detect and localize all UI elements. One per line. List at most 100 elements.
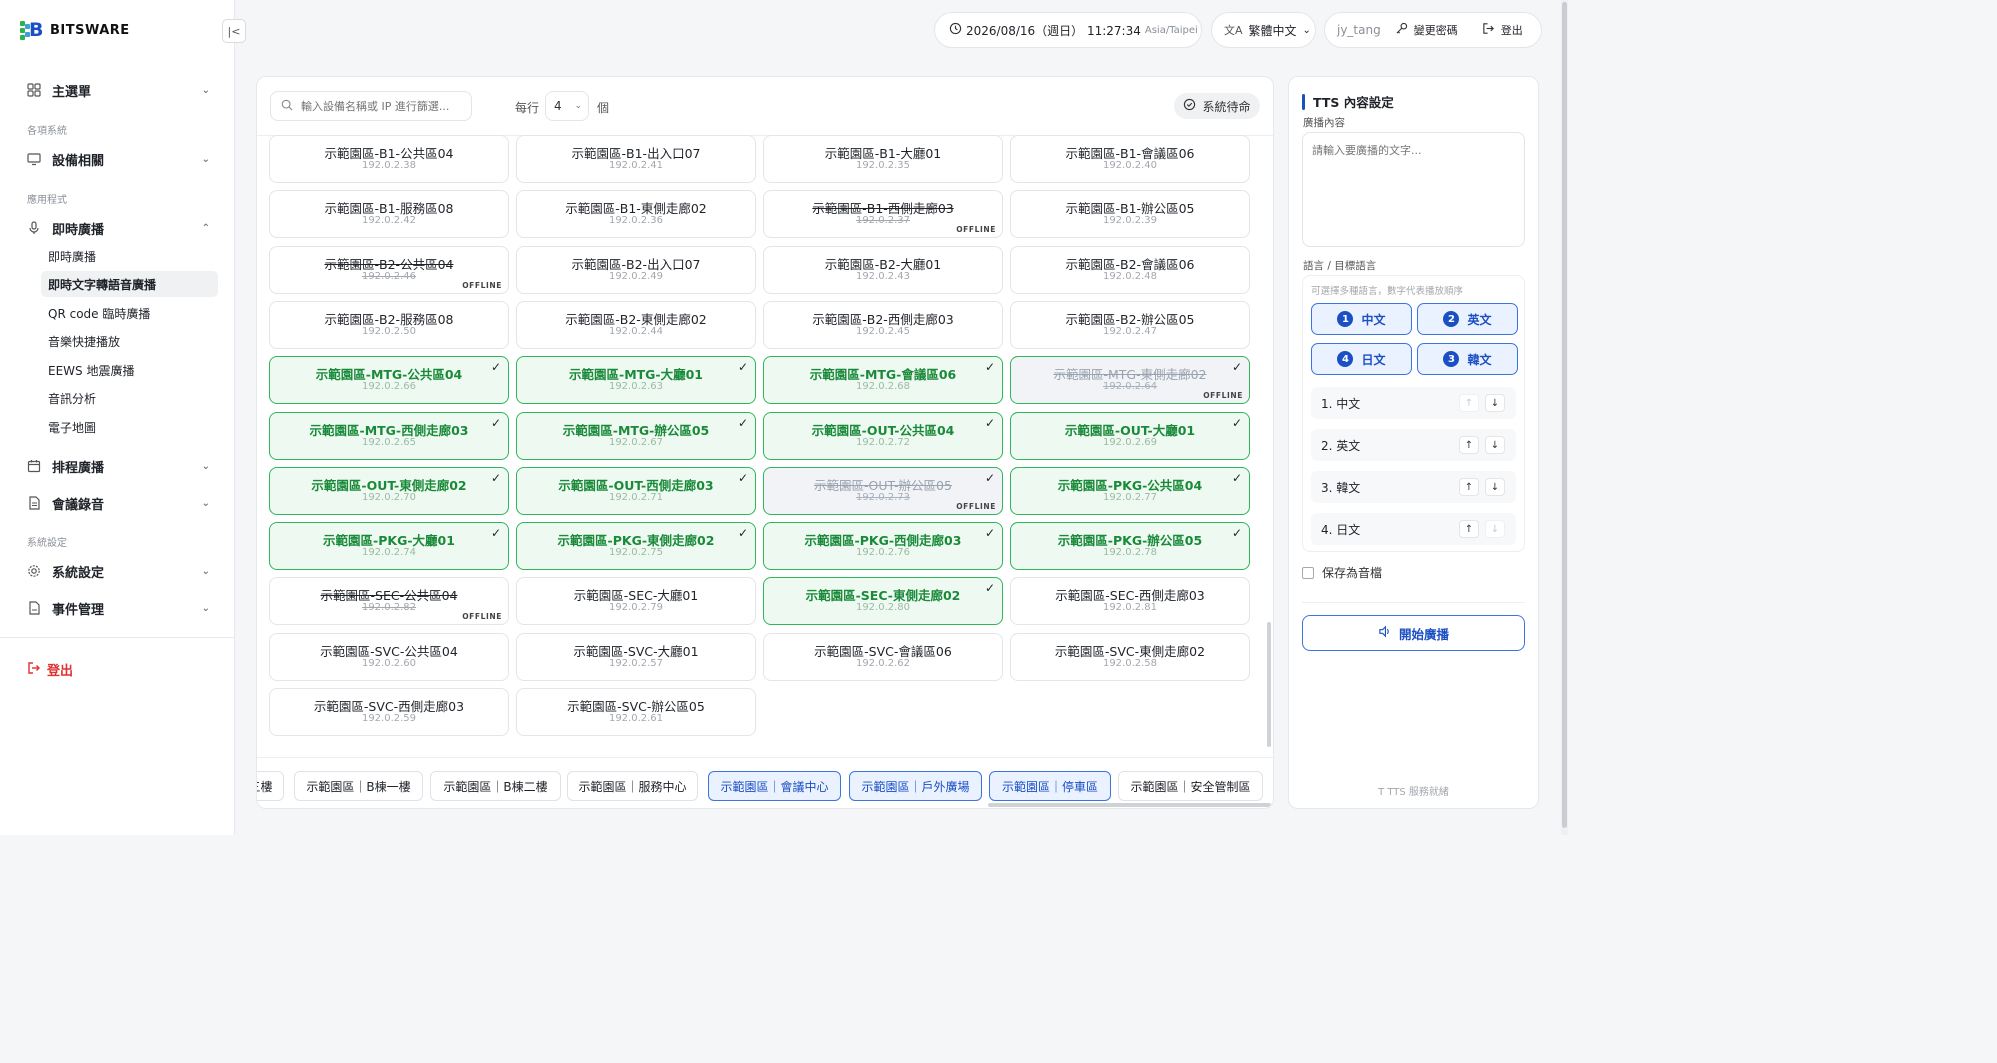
- zone-tabs-scrollbar[interactable]: [988, 803, 1271, 807]
- device-card[interactable]: 示範園區-SVC-大廳01 192.0.2.57: [516, 632, 756, 681]
- device-card[interactable]: 示範園區-OUT-辦公區05 192.0.2.73 ✓ OFFLINE: [763, 466, 1003, 515]
- lang-button-english[interactable]: 2 英文: [1417, 303, 1518, 335]
- move-up-button[interactable]: ↑: [1459, 394, 1479, 412]
- zone-tab[interactable]: 示範園區｜B棟二樓: [430, 771, 561, 801]
- sub-item-tts-broadcast[interactable]: 即時文字轉語音廣播: [41, 271, 218, 297]
- page-scrollbar[interactable]: [1561, 0, 1568, 835]
- change-password-button[interactable]: 變更密碼: [1395, 22, 1458, 38]
- sub-item-live-broadcast[interactable]: 即時廣播: [41, 243, 218, 269]
- offline-badge: OFFLINE: [462, 612, 502, 622]
- save-audio-checkbox[interactable]: 保存為音檔: [1302, 564, 1382, 581]
- sub-item-e-map[interactable]: 電子地圖: [41, 414, 218, 440]
- move-up-button[interactable]: ↑: [1459, 436, 1479, 454]
- device-card[interactable]: 示範園區-PKG-西側走廊03 192.0.2.76 ✓: [763, 522, 1003, 571]
- device-card[interactable]: 示範園區-B1-出入口07 192.0.2.41: [516, 135, 756, 183]
- move-up-button[interactable]: ↑: [1459, 520, 1479, 538]
- lang-button-chinese[interactable]: 1 中文: [1311, 303, 1412, 335]
- nav-settings[interactable]: 系統設定 ⌄: [20, 556, 218, 586]
- nav-main-menu[interactable]: 主選單 ⌄: [20, 75, 218, 105]
- topbar-logout-label: 登出: [1500, 24, 1523, 37]
- language-selector[interactable]: 文A 繁體中文 ⌄: [1211, 12, 1316, 48]
- device-card[interactable]: 示範園區-PKG-公共區04 192.0.2.77 ✓: [1010, 466, 1250, 515]
- device-card[interactable]: 示範園區-B1-西側走廊03 192.0.2.37 OFFLINE: [763, 190, 1003, 239]
- start-broadcast-button[interactable]: 開始廣播: [1302, 615, 1525, 651]
- device-card[interactable]: 示範園區-MTG-會議區06 192.0.2.68 ✓: [763, 356, 1003, 405]
- device-card[interactable]: 示範園區-SEC-公共區04 192.0.2.82 OFFLINE: [269, 577, 509, 626]
- device-card[interactable]: 示範園區-B1-東側走廊02 192.0.2.36: [516, 190, 756, 239]
- move-down-button[interactable]: ↓: [1485, 520, 1505, 538]
- device-card[interactable]: 示範園區-SEC-大廳01 192.0.2.79: [516, 577, 756, 626]
- device-card[interactable]: 示範園區-PKG-東側走廊02 192.0.2.75 ✓: [516, 522, 756, 571]
- device-card[interactable]: 示範園區-OUT-大廳01 192.0.2.69 ✓: [1010, 411, 1250, 460]
- device-card[interactable]: 示範園區-SVC-辦公區05 192.0.2.61: [516, 688, 756, 736]
- device-card[interactable]: 示範園區-MTG-西側走廊03 192.0.2.65 ✓: [269, 411, 509, 460]
- nav-broadcast[interactable]: 即時廣播 ⌃: [20, 213, 218, 243]
- device-card[interactable]: 示範園區-B2-會議區06 192.0.2.48: [1010, 245, 1250, 294]
- device-card[interactable]: 示範園區-SVC-西側走廊03 192.0.2.59: [269, 688, 509, 736]
- zone-tab[interactable]: 示範園區｜會議中心: [708, 771, 841, 801]
- device-card[interactable]: 示範園區-B2-公共區04 192.0.2.46 OFFLINE: [269, 245, 509, 294]
- zone-tab[interactable]: 三樓: [257, 771, 284, 801]
- device-card[interactable]: 示範園區-OUT-西側走廊03 192.0.2.71 ✓: [516, 466, 756, 515]
- lang-button-japanese[interactable]: 4 日文: [1311, 343, 1412, 375]
- device-card[interactable]: 示範園區-SEC-東側走廊02 192.0.2.80 ✓: [763, 577, 1003, 626]
- device-card[interactable]: 示範園區-B2-大廳01 192.0.2.43: [763, 245, 1003, 294]
- nav-device[interactable]: 設備相關 ⌄: [20, 144, 218, 174]
- zone-tab[interactable]: 示範園區｜服務中心: [567, 771, 698, 801]
- nav-meeting[interactable]: 會議錄音 ⌄: [20, 488, 218, 518]
- device-card[interactable]: 示範園區-B2-東側走廊02 192.0.2.44: [516, 300, 756, 349]
- sub-item-audio-analysis[interactable]: 音訊分析: [41, 385, 218, 411]
- device-card[interactable]: 示範園區-B1-會議區06 192.0.2.40: [1010, 135, 1250, 183]
- device-card[interactable]: 示範園區-PKG-辦公區05 192.0.2.78 ✓: [1010, 522, 1250, 571]
- nav-broadcast-label: 即時廣播: [52, 222, 105, 238]
- device-grid-scrollbar[interactable]: [1267, 622, 1271, 747]
- device-card[interactable]: 示範園區-OUT-公共區04 192.0.2.72 ✓: [763, 411, 1003, 460]
- device-card[interactable]: 示範園區-MTG-大廳01 192.0.2.63 ✓: [516, 356, 756, 405]
- per-row-select[interactable]: 4 ⌄: [545, 91, 589, 121]
- sidebar-logout-button[interactable]: 登出: [27, 660, 73, 679]
- device-card[interactable]: 示範園區-B1-服務區08 192.0.2.42: [269, 190, 509, 239]
- device-card[interactable]: 示範園區-B1-公共區04 192.0.2.38: [269, 135, 509, 183]
- device-search-input[interactable]: [301, 99, 461, 113]
- nav-schedule[interactable]: 排程廣播 ⌄: [20, 451, 218, 481]
- checkbox-box[interactable]: [1302, 566, 1314, 579]
- sub-item-music-quickplay[interactable]: 音樂快捷播放: [41, 328, 218, 354]
- zone-tab[interactable]: 示範園區｜停車區: [989, 771, 1111, 801]
- zone-tab[interactable]: 示範園區｜戶外廣場: [849, 771, 982, 801]
- move-down-button[interactable]: ↓: [1485, 394, 1505, 412]
- device-card[interactable]: 示範園區-OUT-東側走廊02 192.0.2.70 ✓: [269, 466, 509, 515]
- device-card[interactable]: 示範園區-B1-辦公區05 192.0.2.39: [1010, 190, 1250, 239]
- device-card[interactable]: 示範園區-SEC-西側走廊03 192.0.2.81: [1010, 577, 1250, 626]
- device-card[interactable]: 示範園區-MTG-公共區04 192.0.2.66 ✓: [269, 356, 509, 405]
- broadcast-content-input[interactable]: [1302, 132, 1525, 247]
- device-card[interactable]: 示範園區-B2-服務區08 192.0.2.50: [269, 300, 509, 349]
- device-card[interactable]: 示範園區-SVC-會議區06 192.0.2.62: [763, 632, 1003, 681]
- device-card[interactable]: 示範園區-SVC-東側走廊02 192.0.2.58: [1010, 632, 1250, 681]
- sidebar-collapse-button[interactable]: |<: [222, 19, 246, 43]
- sub-item-qrcode-broadcast[interactable]: QR code 臨時廣播: [41, 300, 218, 326]
- system-standby-status[interactable]: 系統待命: [1174, 93, 1260, 119]
- check-icon: ✓: [490, 415, 501, 430]
- move-down-button[interactable]: ↓: [1485, 478, 1505, 496]
- zone-tab[interactable]: 示範園區｜安全管制區: [1118, 771, 1263, 801]
- lang-button-korean[interactable]: 3 韓文: [1417, 343, 1518, 375]
- device-ip: 192.0.2.40: [1102, 160, 1158, 171]
- device-card[interactable]: 示範園區-SVC-公共區04 192.0.2.60: [269, 632, 509, 681]
- page-scrollbar-thumb[interactable]: [1562, 2, 1567, 828]
- device-card[interactable]: 示範園區-MTG-東側走廊02 192.0.2.64 ✓ OFFLINE: [1010, 356, 1250, 405]
- device-card[interactable]: 示範園區-B2-辦公區05 192.0.2.47: [1010, 300, 1250, 349]
- device-card[interactable]: 示範園區-MTG-辦公區05 192.0.2.67 ✓: [516, 411, 756, 460]
- device-card[interactable]: 示範園區-B1-大廳01 192.0.2.35: [763, 135, 1003, 183]
- nav-events[interactable]: 事件管理 ⌄: [20, 593, 218, 623]
- device-card[interactable]: 示範園區-B2-出入口07 192.0.2.49: [516, 245, 756, 294]
- zone-tab[interactable]: 示範園區｜B棟一樓: [294, 771, 423, 801]
- device-card[interactable]: 示範園區-B2-西側走廊03 192.0.2.45: [763, 300, 1003, 349]
- move-up-button[interactable]: ↑: [1459, 478, 1479, 496]
- topbar-logout-button[interactable]: 登出: [1482, 22, 1523, 38]
- sub-item-eews[interactable]: EEWS 地震廣播: [41, 357, 218, 383]
- move-down-button[interactable]: ↓: [1485, 436, 1505, 454]
- device-ip: 192.0.2.60: [361, 657, 417, 669]
- datetime-display: 2026/08/16（週日） 11:27:34 Asia/Taipei: [934, 12, 1202, 48]
- device-card[interactable]: 示範園區-PKG-大廳01 192.0.2.74 ✓: [269, 522, 509, 571]
- device-search[interactable]: [270, 91, 472, 121]
